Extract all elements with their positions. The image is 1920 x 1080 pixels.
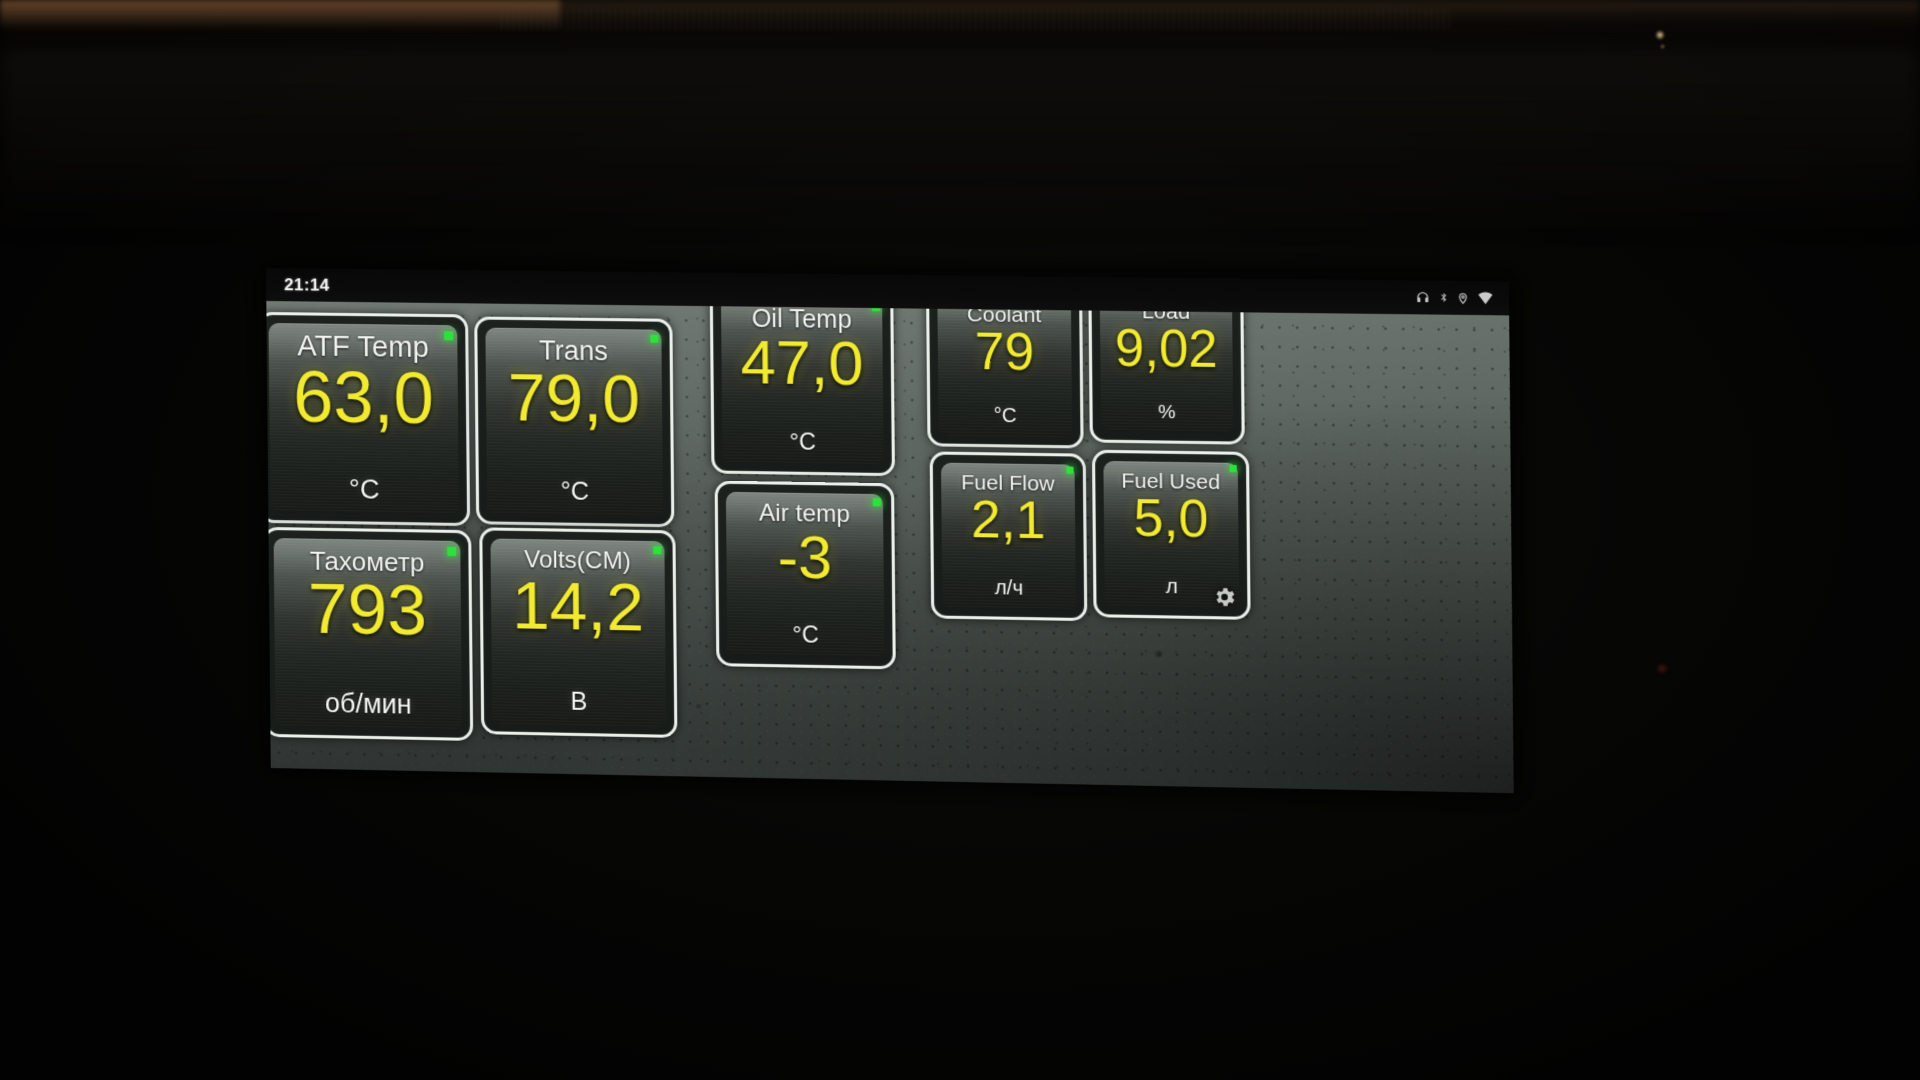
gauge-tile-fuel-flow[interactable]: Fuel Flow 2,1 л/ч (929, 451, 1088, 622)
speaker-grille-texture (500, 8, 1450, 30)
gauge-value-tachometer: 793 (307, 569, 428, 651)
gauge-connection-indicator-atf-temp (444, 331, 454, 341)
gauge-unit-tachometer: об/мин (324, 688, 412, 720)
gauge-value-load: 9,02 (1114, 318, 1218, 379)
gauge-tile-oil-temp[interactable]: Oil Temp 47,0 °C (709, 285, 896, 477)
gauge-value-coolant: 79 (974, 322, 1035, 382)
gauge-connection-indicator-fuel-used (1229, 464, 1237, 473)
gauge-unit-load: % (1158, 401, 1176, 424)
headphones-icon (1415, 290, 1431, 304)
gauge-unit-fuel-used: л (1165, 575, 1178, 599)
gauge-unit-coolant: °C (993, 404, 1017, 428)
gauge-connection-indicator-tachometer (447, 546, 457, 557)
gauge-unit-volts-cm: В (570, 687, 588, 717)
gauge-connection-indicator-trans (650, 334, 659, 343)
gauge-panel-load: Load 9,02% (1099, 291, 1234, 434)
reflection-highlight (1655, 30, 1665, 40)
gauge-value-atf-temp: 63,0 (292, 357, 435, 440)
gauge-value-volts-cm: 14,2 (511, 567, 645, 646)
gauge-value-fuel-used: 5,0 (1133, 488, 1209, 549)
gauge-panel-volts-cm: Volts(CM) 14,2 В (490, 538, 667, 727)
gauge-connection-indicator-air-temp (872, 498, 881, 507)
dashboard-trim-highlight (0, 0, 1920, 46)
gauge-unit-atf-temp: °C (348, 474, 380, 505)
indicator-glow-reflection (1655, 665, 1669, 672)
gauge-unit-trans: °C (560, 477, 590, 506)
status-bar-clock: 21:14 (284, 274, 330, 295)
gauge-tile-trans[interactable]: Trans 79,0 °C (474, 316, 675, 528)
gauge-panel-fuel-flow: Fuel Flow 2,1 л/ч (940, 462, 1076, 610)
gauge-unit-air-temp: °C (792, 621, 819, 648)
screen-surface: 21:14 ATF Temp 63,0 °C Trans 79,0 °C Oil… (266, 268, 1514, 794)
head-unit-screen: 21:14 ATF Temp 63,0 °C Trans 79,0 °C Oil… (266, 268, 1514, 794)
gauge-tile-volts-cm[interactable]: Volts(CM) 14,2 В (479, 527, 678, 738)
gauge-panel-air-temp: Air temp -3 °C (725, 491, 885, 659)
dashboard-hood-shadow (0, 46, 1920, 236)
gauge-tile-tachometer[interactable]: Тахометр 793 об/мин (266, 526, 474, 741)
location-icon (1457, 291, 1470, 305)
gauge-panel-oil-temp: Oil Temp 47,0 °C (720, 297, 884, 465)
reflection-highlight-secondary (1660, 44, 1665, 49)
gauge-value-fuel-flow: 2,1 (970, 490, 1046, 551)
gauge-panel-trans: Trans 79,0 °C (485, 327, 664, 517)
gauge-connection-indicator-volts-cm (653, 546, 662, 555)
gauge-tile-air-temp[interactable]: Air temp -3 °C (714, 480, 896, 670)
status-bar-icons (1415, 290, 1495, 306)
wifi-icon (1476, 291, 1494, 305)
gauge-value-air-temp: -3 (777, 522, 833, 592)
gauge-connection-indicator-fuel-flow (1066, 466, 1074, 474)
gauge-unit-oil-temp: °C (789, 428, 817, 455)
gauge-panel-coolant: Coolant 79 °C (937, 294, 1073, 438)
gauge-panel-tachometer: Тахометр 793 об/мин (273, 538, 463, 730)
gear-icon[interactable] (1212, 585, 1239, 612)
gauge-tile-fuel-used[interactable]: Fuel Used 5,0 л (1091, 449, 1251, 620)
bluetooth-icon (1438, 290, 1450, 305)
gauge-tile-atf-temp[interactable]: ATF Temp 63,0 °C (266, 311, 471, 527)
dashboard-trim-highlight-left (0, 0, 560, 30)
gauge-unit-fuel-flow: л/ч (994, 576, 1024, 600)
gauge-panel-atf-temp: ATF Temp 63,0 °C (268, 323, 459, 515)
gauge-value-oil-temp: 47,0 (740, 327, 864, 399)
gauge-value-trans: 79,0 (507, 360, 641, 438)
